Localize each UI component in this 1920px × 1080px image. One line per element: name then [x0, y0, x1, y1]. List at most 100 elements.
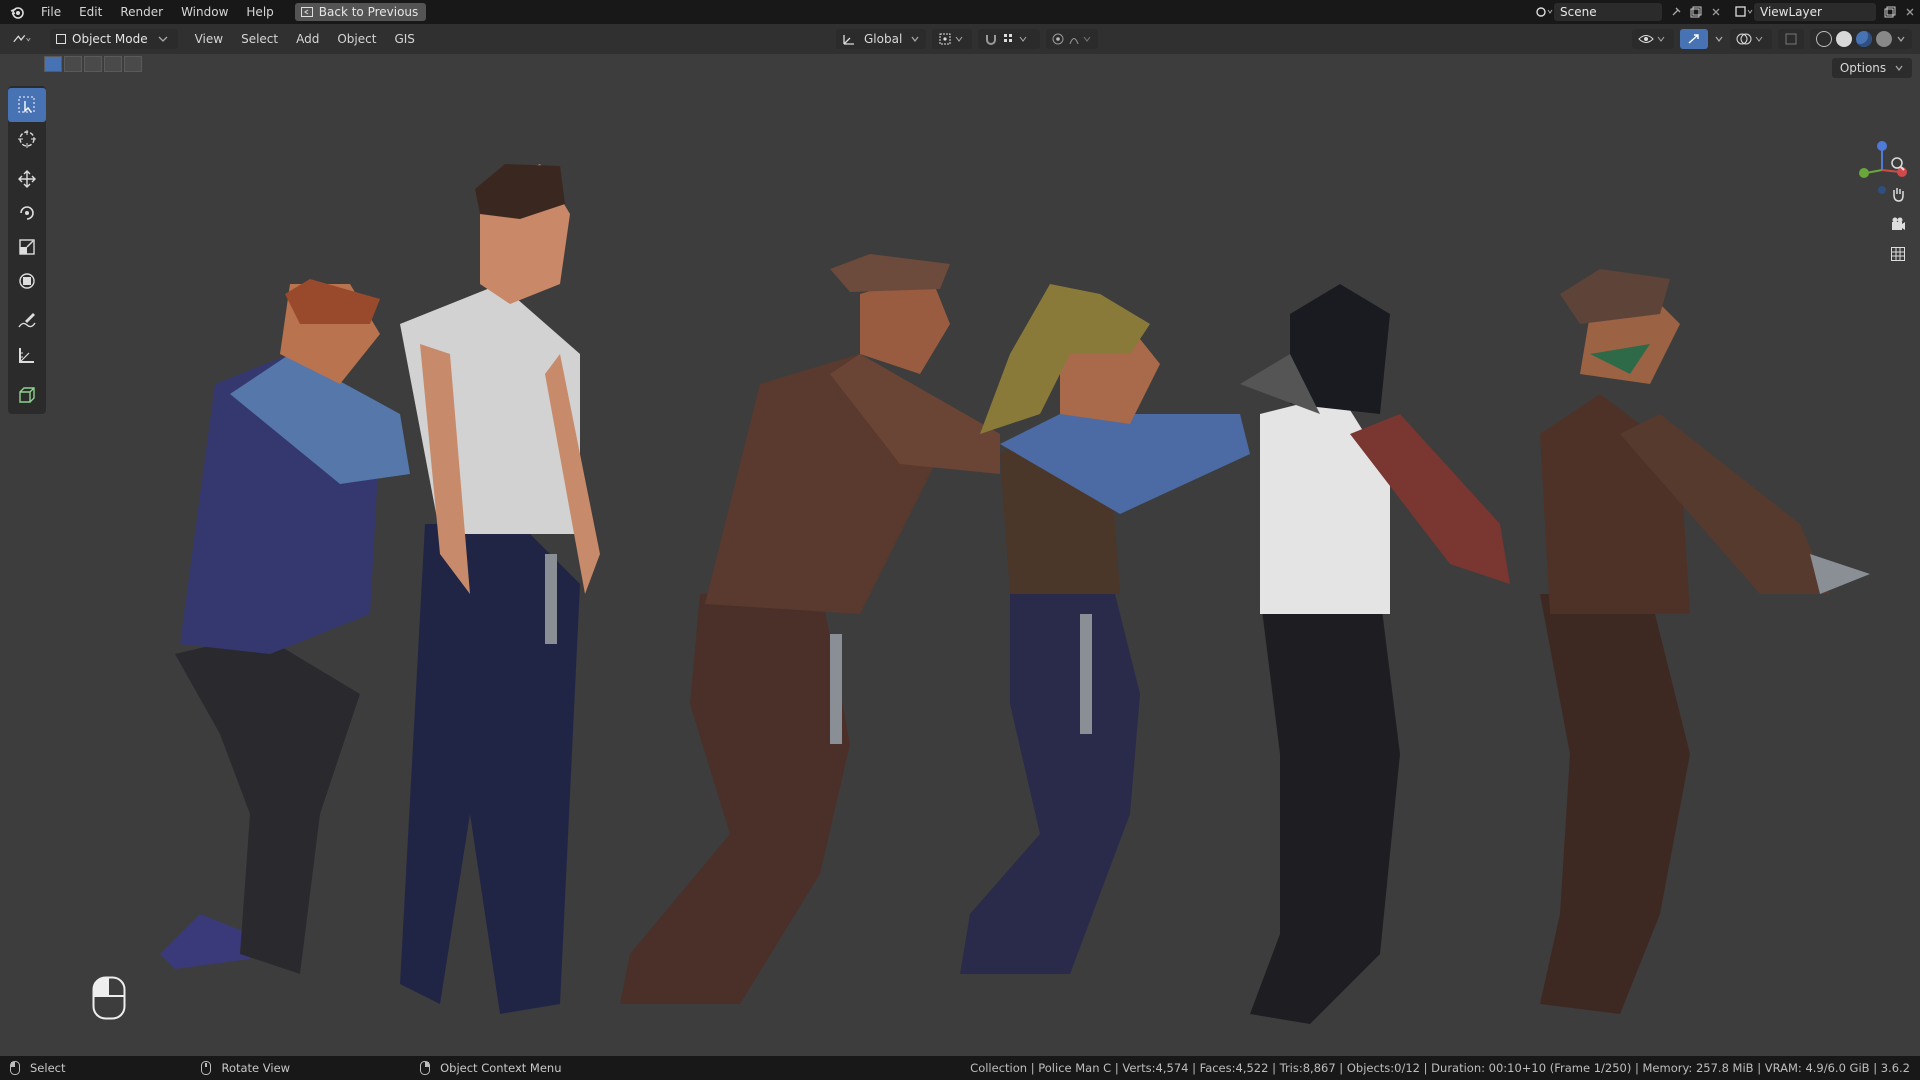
- menu-render[interactable]: Render: [111, 0, 172, 24]
- zoom-icon[interactable]: [1886, 152, 1910, 176]
- viewport-header: Object Mode View Select Add Object GIS G…: [0, 24, 1920, 54]
- menu-add[interactable]: Add: [287, 24, 328, 54]
- proportional-edit-icon: [1052, 33, 1091, 45]
- visibility-dropdown[interactable]: [1632, 29, 1674, 49]
- scene-controls: Scene ViewLayer: [1534, 0, 1920, 24]
- shading-modes: [1810, 29, 1912, 49]
- xray-toggle[interactable]: [1778, 29, 1804, 49]
- menu-gis[interactable]: GIS: [385, 24, 423, 54]
- menu-help[interactable]: Help: [237, 0, 282, 24]
- options-dropdown[interactable]: Options: [1831, 58, 1912, 78]
- rotate-tool[interactable]: [8, 196, 46, 230]
- viewlayer-browse-icon[interactable]: [1734, 3, 1754, 21]
- menu-select[interactable]: Select: [232, 24, 287, 54]
- object-mode-dropdown[interactable]: Object Mode: [50, 29, 178, 49]
- blender-logo-icon[interactable]: [10, 5, 24, 19]
- chevron-down-icon: [158, 36, 168, 42]
- transform-orientation-label: Global: [864, 32, 903, 46]
- camera-view-icon[interactable]: [1886, 212, 1910, 236]
- police-figure-4[interactable]: [960, 284, 1250, 974]
- snap-dropdown[interactable]: [978, 29, 1041, 49]
- solid-shading-icon[interactable]: [1836, 31, 1852, 47]
- view-layer-field[interactable]: ViewLayer: [1754, 3, 1876, 21]
- menu-view[interactable]: View: [186, 24, 232, 54]
- select-extend-icon[interactable]: [64, 56, 82, 72]
- chevron-down-icon: [911, 36, 919, 42]
- pin-icon[interactable]: [1666, 3, 1686, 21]
- hint-rotate-label: Rotate View: [221, 1061, 291, 1075]
- police-figure-2[interactable]: [400, 164, 600, 1014]
- select-subtract-icon[interactable]: [84, 56, 102, 72]
- select-intersect-icon[interactable]: [124, 56, 142, 72]
- hint-context-menu-label: Object Context Menu: [440, 1061, 562, 1075]
- chevron-down-icon[interactable]: [1896, 35, 1906, 43]
- proportional-edit-dropdown[interactable]: [1046, 29, 1099, 49]
- select-invert-icon[interactable]: [104, 56, 122, 72]
- material-shading-icon[interactable]: [1856, 31, 1872, 47]
- mouse-left-icon: [10, 1061, 20, 1075]
- cursor-icon: [18, 130, 36, 148]
- magnet-icon: [986, 35, 997, 45]
- status-bar: Select Rotate View Object Context Menu C…: [0, 1056, 1920, 1080]
- gizmo-z-axis-icon[interactable]: [1877, 141, 1887, 151]
- move-icon: [18, 170, 36, 188]
- annotate-icon: [18, 313, 36, 328]
- police-figure-3[interactable]: [620, 254, 1000, 1004]
- scene-render: [160, 164, 1870, 1024]
- pivot-point-dropdown[interactable]: [932, 29, 973, 49]
- scene-browse-icon[interactable]: [1534, 3, 1554, 21]
- transform-orientation-dropdown[interactable]: Global: [836, 29, 927, 49]
- select-box-icon: [18, 96, 35, 113]
- move-tool[interactable]: [8, 162, 46, 196]
- delete-view-layer-icon[interactable]: [1900, 3, 1920, 21]
- gizmo-y-axis-icon[interactable]: [1859, 168, 1869, 178]
- overlays-dropdown[interactable]: [1730, 29, 1772, 49]
- object-mode-label: Object Mode: [72, 32, 148, 46]
- scale-tool[interactable]: [8, 230, 46, 264]
- menu-object[interactable]: Object: [328, 24, 385, 54]
- delete-scene-icon[interactable]: [1706, 3, 1726, 21]
- annotate-tool[interactable]: [8, 304, 46, 338]
- editor-type-icon[interactable]: [12, 30, 32, 48]
- scene-statistics: Collection | Police Man C | Verts:4,574 …: [970, 1061, 1910, 1075]
- menu-file[interactable]: File: [32, 0, 70, 24]
- 3d-viewport[interactable]: [0, 54, 1920, 1056]
- tool-shelf: [8, 86, 46, 414]
- rendered-shading-icon[interactable]: [1876, 31, 1892, 47]
- scale-icon: [19, 239, 35, 255]
- xray-icon: [1785, 33, 1797, 45]
- add-cube-tool[interactable]: [8, 378, 46, 412]
- measure-tool[interactable]: [8, 338, 46, 372]
- view-layer-value: ViewLayer: [1760, 5, 1822, 19]
- pan-hand-icon[interactable]: [1886, 182, 1910, 206]
- chevron-down-icon: [1895, 65, 1903, 71]
- new-view-layer-icon[interactable]: [1880, 3, 1900, 21]
- gizmo-icon: [1688, 34, 1699, 44]
- transform-tool[interactable]: [8, 264, 46, 298]
- hint-rotate: Rotate View: [201, 1061, 290, 1075]
- police-figure-5[interactable]: [1240, 284, 1510, 1024]
- hint-select: Select: [10, 1061, 65, 1075]
- gizmo-toggle[interactable]: [1680, 29, 1708, 49]
- hint-select-label: Select: [30, 1061, 66, 1075]
- back-to-previous-label: Back to Previous: [318, 5, 419, 19]
- scene-name-field[interactable]: Scene: [1554, 3, 1662, 21]
- new-scene-icon[interactable]: [1686, 3, 1706, 21]
- select-box-tool[interactable]: [8, 88, 46, 122]
- mouse-icon: [92, 976, 126, 1020]
- wireframe-shading-icon[interactable]: [1816, 31, 1832, 47]
- police-figure-1[interactable]: [160, 279, 410, 974]
- perspective-grid-icon[interactable]: [1886, 242, 1910, 266]
- cursor-tool[interactable]: [8, 122, 46, 156]
- menu-edit[interactable]: Edit: [70, 0, 111, 24]
- select-new-icon[interactable]: [44, 56, 62, 72]
- transform-icon: [19, 273, 35, 289]
- back-to-previous-button[interactable]: Back to Previous: [294, 3, 427, 21]
- police-figure-6[interactable]: [1540, 269, 1870, 1014]
- snap-grid-icon: [1004, 34, 1027, 42]
- viewport-display-tools: [1632, 29, 1912, 49]
- menu-window[interactable]: Window: [172, 0, 237, 24]
- gizmo-neg-z-icon[interactable]: [1878, 186, 1886, 194]
- chevron-down-icon[interactable]: [1714, 35, 1724, 43]
- mouse-middle-icon: [201, 1061, 212, 1075]
